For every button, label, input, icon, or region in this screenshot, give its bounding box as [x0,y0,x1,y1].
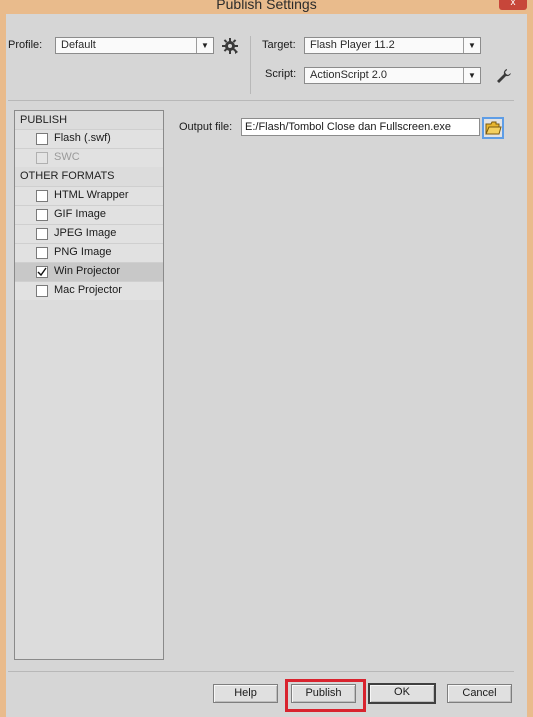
folder-icon [485,121,502,135]
format-item-html-wrapper[interactable]: HTML Wrapper [15,186,163,205]
output-file-label: Output file: [179,121,233,133]
chevron-down-icon: ▼ [196,38,213,53]
profile-label: Profile: [8,39,43,51]
format-item-flash[interactable]: Flash (.swf) [15,129,163,148]
format-item-label: Win Projector [54,265,121,277]
mac-projector-checkbox[interactable] [36,285,48,297]
script-value: ActionScript 2.0 [310,69,388,81]
script-select[interactable]: ActionScript 2.0 ▼ [304,67,481,84]
footer-separator [8,671,514,672]
format-item-label: SWC [54,151,80,163]
format-item-gif-image[interactable]: GIF Image [15,205,163,224]
format-item-label: HTML Wrapper [54,189,129,201]
format-item-png-image[interactable]: PNG Image [15,243,163,262]
format-item-mac-projector[interactable]: Mac Projector [15,281,163,300]
format-item-label: Mac Projector [54,284,122,296]
output-file-input[interactable]: E:/Flash/Tombol Close dan Fullscreen.exe [241,118,480,136]
chevron-down-icon: ▼ [463,68,480,83]
target-value: Flash Player 11.2 [310,39,395,51]
html-wrapper-checkbox[interactable] [36,190,48,202]
format-item-win-projector[interactable]: Win Projector [15,262,163,281]
target-select[interactable]: Flash Player 11.2 ▼ [304,37,481,54]
window-frame-right [527,14,533,717]
jpeg-image-checkbox[interactable] [36,228,48,240]
gear-icon[interactable] [222,38,238,54]
script-label: Script: [265,68,297,80]
swc-checkbox [36,152,48,164]
format-item-swc: SWC [15,148,163,167]
title-bar: Publish Settings x [0,0,533,14]
format-item-label: JPEG Image [54,227,117,239]
other-formats-heading: OTHER FORMATS [20,170,115,182]
target-label: Target: [262,39,296,51]
cancel-button[interactable]: Cancel [447,684,512,703]
chevron-down-icon: ▼ [463,38,480,53]
win-projector-checkbox[interactable] [36,266,48,278]
gif-image-checkbox[interactable] [36,209,48,221]
profile-value: Default [61,39,96,51]
wrench-icon[interactable] [496,68,512,84]
format-item-label: Flash (.swf) [54,132,111,144]
header-divider [250,36,251,94]
flash-checkbox[interactable] [36,133,48,145]
browse-folder-button[interactable] [482,117,504,139]
formats-list: PUBLISH Flash (.swf) SWC OTHER FORMATS H… [14,110,164,660]
help-button[interactable]: Help [213,684,278,703]
window-title: Publish Settings [216,0,317,12]
format-item-label: GIF Image [54,208,106,220]
publish-settings-dialog: Profile: Default ▼ Target: Flash Player … [6,14,527,717]
format-item-jpeg-image[interactable]: JPEG Image [15,224,163,243]
window-close-button[interactable]: x [499,0,527,10]
checkmark-icon [37,267,47,277]
publish-heading: PUBLISH [20,114,68,126]
format-item-label: PNG Image [54,246,112,258]
png-image-checkbox[interactable] [36,247,48,259]
publish-highlight [285,679,366,712]
header-separator [8,100,514,101]
ok-button[interactable]: OK [368,683,436,704]
profile-select[interactable]: Default ▼ [55,37,214,54]
